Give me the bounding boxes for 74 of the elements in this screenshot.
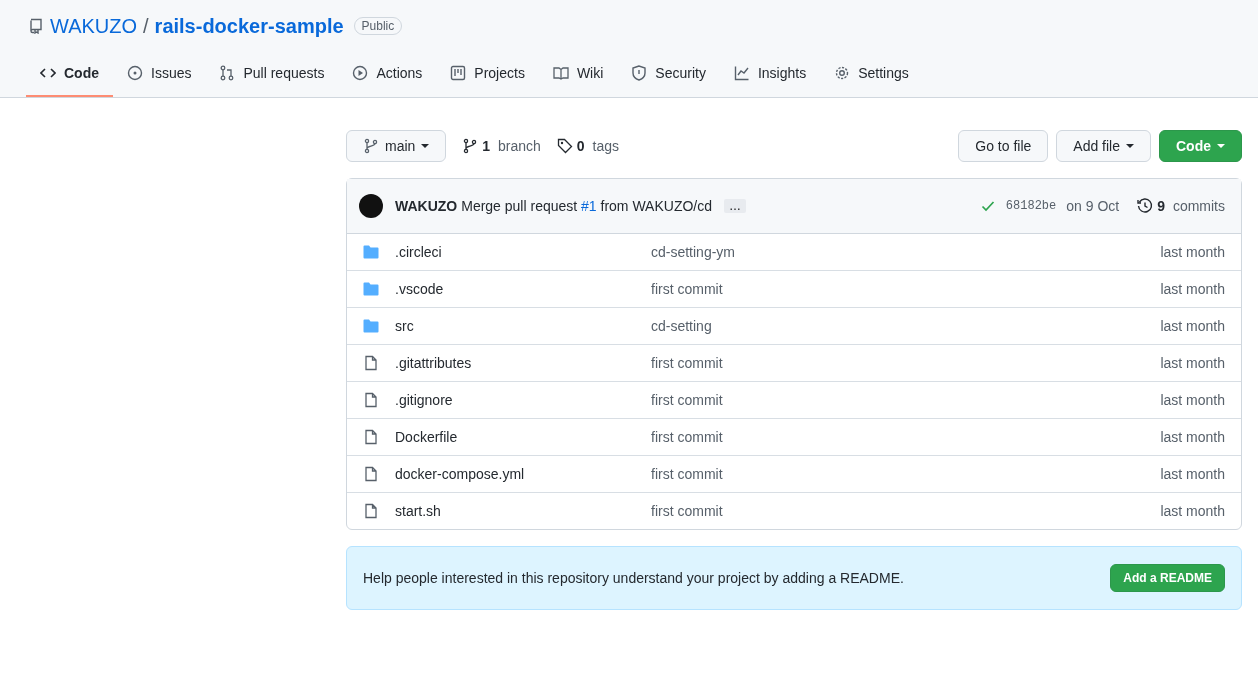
file-age: last month: [1160, 244, 1225, 260]
commit-date: on 9 Oct: [1066, 198, 1120, 214]
repo-tab[interactable]: Wiki: [538, 56, 618, 97]
commit-message-link[interactable]: first commit: [651, 466, 1161, 482]
commit-message-link[interactable]: first commit: [651, 281, 1161, 297]
file-age: last month: [1160, 355, 1225, 371]
folder-icon: [363, 244, 379, 260]
go-to-file-button[interactable]: Go to file: [958, 130, 1049, 162]
tags-link[interactable]: 0 tags: [556, 138, 619, 154]
expand-message-button[interactable]: …: [724, 199, 747, 213]
caret-icon: [421, 144, 430, 148]
notice-text: Help people interested in this repository understand your project by adding a README.: [363, 570, 904, 586]
repo-tab[interactable]: Security: [617, 56, 720, 97]
file-name-link[interactable]: start.sh: [395, 503, 651, 519]
repo-name-link[interactable]: rails-docker-sample: [154, 14, 344, 38]
file-icon: [363, 503, 379, 519]
file-name-link[interactable]: .vscode: [395, 281, 651, 297]
caret-icon: [1126, 144, 1134, 148]
file-age: last month: [1160, 466, 1225, 482]
repo-tab[interactable]: Pull requests: [205, 56, 339, 97]
issue-circle-icon: [127, 65, 143, 81]
add-file-button[interactable]: Add file: [1056, 130, 1151, 162]
repo-tab[interactable]: Issues: [113, 56, 206, 97]
file-name-link[interactable]: .gitignore: [395, 392, 651, 408]
repo-tab[interactable]: Insights: [719, 56, 821, 97]
tag-icon: [556, 138, 573, 154]
branch-select-button[interactable]: main: [346, 130, 447, 162]
file-name-link[interactable]: src: [395, 318, 651, 334]
folder-icon: [363, 318, 379, 334]
file-age: last month: [1160, 503, 1225, 519]
commit-message-link[interactable]: first commit: [651, 392, 1161, 408]
owner-link[interactable]: WAKUZO: [50, 14, 138, 38]
file-name-link[interactable]: Dockerfile: [395, 429, 651, 445]
folder-icon: [363, 281, 379, 297]
book-icon: [552, 65, 569, 81]
caret-icon: [1217, 144, 1225, 148]
repo-icon: [28, 18, 44, 34]
play-icon: [352, 65, 369, 81]
repo-tab[interactable]: Settings: [820, 56, 923, 97]
repo-tab[interactable]: Projects: [436, 56, 539, 97]
gear-icon: [834, 65, 851, 81]
file-icon: [363, 429, 379, 445]
commit-message-link[interactable]: first commit: [651, 503, 1161, 519]
repo-tab[interactable]: Actions: [338, 56, 437, 97]
file-name-link[interactable]: docker-compose.yml: [395, 466, 651, 482]
file-age: last month: [1160, 429, 1225, 445]
branches-link[interactable]: 1 branch: [462, 138, 541, 154]
file-name-link[interactable]: .gitattributes: [395, 355, 651, 371]
file-icon: [363, 355, 379, 371]
file-age: last month: [1160, 318, 1225, 334]
commits-link[interactable]: 9 commits: [1137, 198, 1225, 214]
file-age: last month: [1160, 392, 1225, 408]
history-icon: [1137, 198, 1154, 214]
file-age: last month: [1160, 281, 1225, 297]
commit-message-link[interactable]: cd-setting-ym: [651, 244, 1161, 260]
graph-icon: [733, 65, 750, 81]
project-board-icon: [450, 65, 467, 81]
author-link[interactable]: WAKUZO: [395, 198, 458, 214]
avatar: [359, 194, 383, 218]
file-icon: [363, 392, 379, 408]
file-icon: [363, 466, 379, 482]
commit-message-link[interactable]: first commit: [651, 355, 1161, 371]
commit-message: Merge pull request #1 from WAKUZO/cd: [461, 198, 713, 214]
commit-message-link[interactable]: cd-setting: [651, 318, 1161, 334]
repo-tab[interactable]: Code: [26, 56, 113, 97]
commit-message-link[interactable]: first commit: [651, 429, 1161, 445]
path-separator: /: [143, 14, 149, 38]
shield-icon: [631, 65, 648, 81]
commit-sha-link[interactable]: 68182be: [1005, 199, 1057, 213]
pull-request-icon: [219, 65, 236, 81]
branch-icon: [462, 138, 479, 154]
pull-request-link[interactable]: #1: [581, 198, 597, 214]
file-name-link[interactable]: .circleci: [395, 244, 651, 260]
branch-icon: [363, 138, 379, 154]
